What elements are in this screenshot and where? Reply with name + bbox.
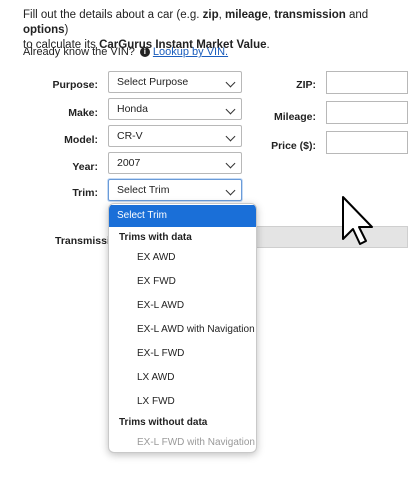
intro-options: options — [23, 24, 65, 36]
transmission-select[interactable] — [244, 226, 408, 248]
model-label: Model: — [64, 134, 98, 146]
trim-select[interactable]: Select Trim — [108, 179, 242, 201]
chevron-down-icon — [225, 131, 236, 142]
trim-option-select-trim[interactable]: Select Trim — [109, 205, 256, 227]
trim-option[interactable]: EX-L AWD with Navigation — [109, 319, 256, 341]
trim-dropdown-list: Select Trim Trims with data EX AWD EX FW… — [108, 203, 257, 453]
mileage-label: Mileage: — [273, 111, 316, 123]
year-label: Year: — [72, 161, 98, 173]
intro-transmission: transmission — [274, 9, 346, 21]
trim-option[interactable]: LX FWD — [109, 391, 256, 413]
year-select-value: 2007 — [117, 157, 141, 169]
price-label: Price ($): — [271, 140, 316, 152]
trim-option[interactable]: EX-L AWD — [109, 295, 256, 317]
zip-label: ZIP: — [296, 79, 316, 91]
group-trims-with-data: Trims with data — [119, 232, 192, 243]
trim-label: Trim: — [72, 187, 98, 199]
chevron-down-icon — [225, 104, 236, 115]
group-trims-without-data: Trims without data — [119, 417, 208, 428]
intro-text-part: ) — [64, 24, 69, 36]
purpose-select-value: Select Purpose — [117, 76, 189, 88]
intro-and: and — [345, 9, 369, 21]
purpose-label: Purpose: — [52, 79, 98, 91]
chevron-down-icon — [225, 77, 236, 88]
zip-input[interactable] — [326, 71, 408, 94]
trim-select-value: Select Trim — [117, 184, 170, 196]
model-select-value: CR-V — [117, 130, 143, 142]
trim-option[interactable]: EX-L FWD — [109, 343, 256, 365]
trim-option[interactable]: EX FWD — [109, 271, 256, 293]
trim-option-disabled: EX-L FWD with Navigation — [137, 437, 255, 448]
year-select[interactable]: 2007 — [108, 152, 242, 174]
make-select-value: Honda — [117, 103, 148, 115]
make-select[interactable]: Honda — [108, 98, 242, 120]
lookup-vin-link[interactable]: Lookup by VIN. — [153, 46, 228, 58]
model-select[interactable]: CR-V — [108, 125, 242, 147]
info-circle-icon[interactable]: i — [139, 47, 150, 57]
intro-mileage: mileage — [225, 9, 268, 21]
chevron-down-icon — [225, 158, 236, 169]
vin-row: Already know the VIN? i Lookup by VIN. — [23, 46, 228, 58]
make-label: Make: — [68, 107, 98, 119]
intro-text-part: Fill out the details about a car (e.g. — [23, 9, 203, 21]
purpose-select[interactable]: Select Purpose — [108, 71, 242, 93]
mileage-input[interactable] — [326, 101, 408, 124]
chevron-down-icon — [225, 185, 236, 196]
price-input[interactable] — [326, 131, 408, 154]
mouse-pointer-icon — [342, 196, 373, 245]
trim-option[interactable]: LX AWD — [109, 367, 256, 389]
trim-option[interactable]: EX AWD — [109, 247, 256, 269]
vin-question: Already know the VIN? — [23, 46, 135, 58]
intro-text-part: . — [266, 39, 270, 51]
intro-zip: zip — [202, 9, 219, 21]
